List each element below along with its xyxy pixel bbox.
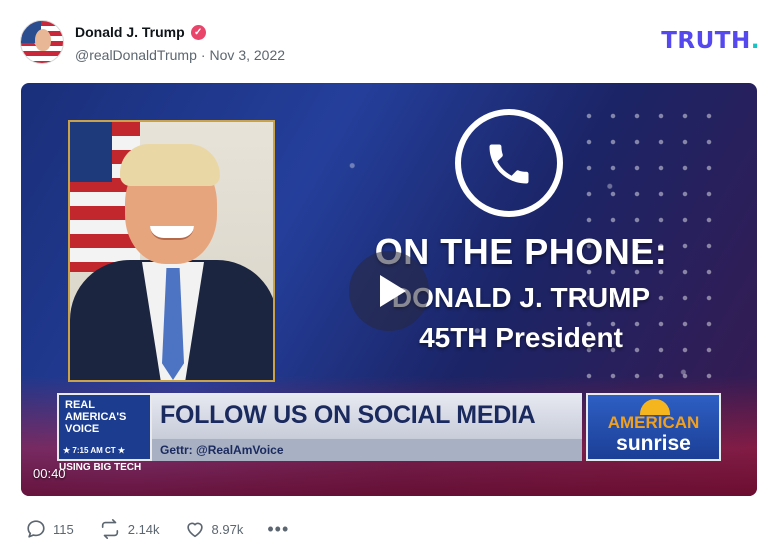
rav-logo: REAL AMERICA'S VOICE ★ 7:15 AM CT ★ [57,393,152,461]
reply-count: 115 [53,521,74,537]
reply-button[interactable]: 115 [25,518,74,540]
like-icon [186,522,203,538]
post-date[interactable]: Nov 3, 2022 [210,47,286,63]
show-logo-sun [640,399,670,415]
author-handle[interactable]: @realDonaldTrump [75,47,197,63]
truth-logo[interactable]: TRUTH. [661,28,760,54]
portrait-hair [120,144,220,186]
portrait-flag-canton [70,122,112,182]
rav-logo-text: REAL AMERICA'S VOICE [65,399,127,435]
video-portrait [68,120,275,382]
lower-third-banner: FOLLOW US ON SOCIAL MEDIA [152,393,582,439]
show-logo-line2: sunrise [616,432,691,455]
play-icon[interactable] [349,251,429,331]
banner-text: FOLLOW US ON SOCIAL MEDIA [160,401,536,429]
retruth-icon [101,519,118,539]
author-avatar[interactable] [20,20,64,64]
show-logo-line1: AMERICAN [607,413,700,432]
logo-text: TRUTH [661,28,751,54]
more-icon: ••• [267,519,290,539]
retruth-button[interactable]: 2.14k [98,518,160,540]
retruth-count: 2.14k [127,521,160,537]
logo-dot: . [750,28,760,54]
video-timestamp: 00:40 [33,466,66,481]
more-button[interactable]: ••• [267,519,290,539]
author-name-row: Donald J. Trump ✓ [75,24,206,40]
reply-icon [27,520,45,538]
video-player[interactable]: ON THE PHONE: DONALD J. TRUMP 45TH Presi… [21,83,757,496]
like-button[interactable]: 8.97k [184,518,244,540]
rav-time: ★ 7:15 AM CT ★ [63,446,126,455]
meta-separator: · [200,47,206,63]
post-header: Donald J. Trump ✓ @realDonaldTrump · Nov… [20,20,760,66]
like-count: 8.97k [211,521,244,537]
verified-icon: ✓ [190,24,206,40]
show-logo: AMERICAN sunrise [586,393,721,461]
video-lower-third: REAL AMERICA'S VOICE ★ 7:15 AM CT ★ FOLL… [57,393,721,461]
phone-icon [455,109,563,217]
post-meta: @realDonaldTrump · Nov 3, 2022 [75,47,285,63]
lower-third-sub-banner: Gettr: @RealAmVoice [152,439,582,461]
sub-banner-text: Gettr: @RealAmVoice [160,443,284,457]
author-name[interactable]: Donald J. Trump [75,24,185,40]
video-ticker: USING BIG TECH [59,462,142,473]
post-actions: 115 2.14k 8.97k ••• [25,517,289,541]
